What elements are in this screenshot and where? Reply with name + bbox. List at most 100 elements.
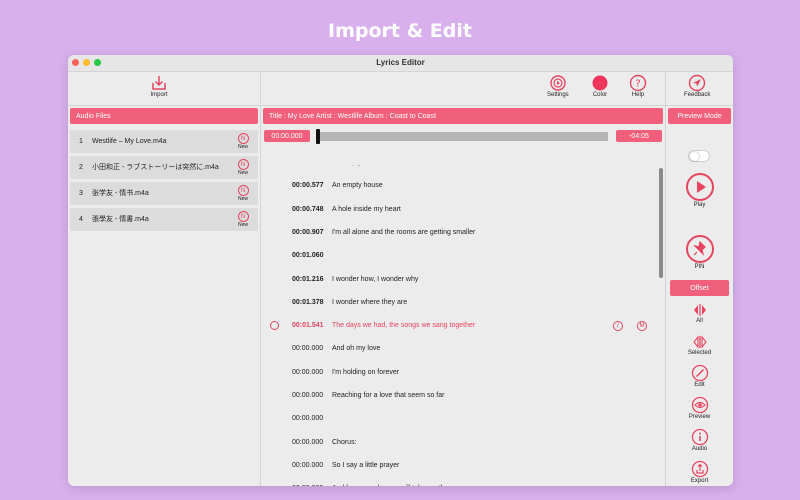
file-name: 小田和正 - ラブストーリーは突然に.m4a: [92, 164, 219, 171]
new-label: New: [237, 222, 248, 228]
lyric-row[interactable]: 00:00.000 And hope my dreams will take me…: [261, 477, 657, 486]
settings-icon: [550, 75, 566, 91]
offset-all-button[interactable]: All: [666, 302, 733, 324]
file-row[interactable]: 2 小田和正 - ラブストーリーは突然に.m4a N New: [70, 156, 258, 179]
audio-button[interactable]: Audio: [666, 428, 733, 452]
new-badge: N New: [228, 159, 258, 176]
export-icon: [691, 460, 708, 478]
remaining-time: -04:05: [616, 130, 662, 142]
lyric-text: The days we had, the songs we sang toget…: [332, 322, 476, 330]
progress-row: 00:00.000 -04:05: [261, 124, 665, 146]
settings-button[interactable]: Settings: [547, 74, 569, 98]
lyric-row[interactable]: 00:00.748 A hole inside my heart: [261, 198, 657, 221]
svg-text:?: ?: [635, 79, 640, 90]
lyric-row[interactable]: 00:00.000 Chorus:: [261, 431, 657, 454]
lyric-row[interactable]: 00:01.378 I wonder where they are: [261, 291, 657, 314]
lyric-text: A hole inside my heart: [332, 205, 401, 213]
preview-label: Preview: [688, 414, 711, 420]
lyric-row[interactable]: 00:00.000 I'm holding on forever: [261, 361, 657, 384]
lyric-text: Chorus:: [332, 438, 357, 446]
lyric-row[interactable]: 00:01.216 I wonder how, I wonder why: [261, 268, 657, 291]
lyric-timestamp: 00:00.000: [292, 392, 324, 399]
lyric-row[interactable]: 00:01.060: [261, 244, 657, 267]
lyric-row[interactable]: 00:00.411 An empty street: [261, 165, 657, 174]
headline: Import & Edit: [328, 20, 472, 42]
lyric-timestamp: 00:01.060: [292, 252, 324, 260]
editor-panel: Settings Color ? Help Title : My Love Ar…: [261, 72, 666, 486]
tools-panel: Feedback Preview Mode Play PIN Offset Al…: [666, 72, 733, 486]
audio-files-header: Audio Files: [70, 108, 258, 124]
lyrics-scrollbar[interactable]: [659, 168, 663, 278]
file-index: 2: [79, 164, 83, 171]
file-row[interactable]: 1 Westlife – My Love.m4a N New: [70, 130, 258, 153]
audio-label: Audio: [691, 446, 708, 452]
mark-icon[interactable]: M: [637, 320, 647, 331]
lyric-text: Reaching for a love that seem so far: [332, 392, 445, 399]
lyric-text: And oh my love: [332, 345, 381, 353]
file-row[interactable]: 3 张学友 - 情书.m4a N New: [70, 182, 258, 205]
lyric-timestamp: 00:00.000: [292, 461, 324, 469]
track-info-bar: Title : My Love Artist : Westlife Album …: [263, 108, 663, 124]
help-label: Help: [631, 92, 645, 98]
selected-label: Selected: [687, 350, 712, 356]
color-button[interactable]: Color: [591, 74, 609, 98]
play-button[interactable]: Play: [666, 172, 733, 208]
lyric-row[interactable]: 00:00.577 An empty house: [261, 174, 657, 197]
edit-line-icon[interactable]: /: [613, 320, 623, 331]
help-icon: ?: [629, 74, 647, 92]
new-icon: N: [237, 133, 249, 144]
file-row[interactable]: 4 張學友 - 情書.m4a N New: [70, 208, 258, 231]
lyric-timestamp: 00:00.577: [292, 182, 324, 190]
new-label: New: [237, 170, 248, 176]
pin-button[interactable]: PIN: [666, 234, 733, 270]
file-index: 1: [79, 138, 83, 145]
preview-button[interactable]: Preview: [666, 396, 733, 420]
elapsed-time: 00:00.000: [264, 130, 310, 142]
play-icon: [685, 173, 714, 201]
help-button[interactable]: ? Help: [629, 74, 647, 98]
lyric-row[interactable]: 00:00.000 Reaching for a love that seem s…: [261, 384, 657, 407]
offset-all-icon: [693, 304, 706, 316]
import-icon: [152, 76, 166, 90]
offset-selected-button[interactable]: Selected: [666, 334, 733, 356]
lyric-timestamp: 00:00.411: [292, 165, 323, 166]
preview-eye-icon: [691, 396, 708, 414]
new-badge: N New: [228, 211, 258, 228]
import-button[interactable]: Import: [150, 74, 168, 98]
app-window: Lyrics Editor Import Audio Files 1 Westli…: [68, 55, 733, 486]
lyric-row[interactable]: 00:00.907 I'm all alone and the rooms are…: [261, 221, 657, 244]
file-index: 3: [79, 190, 83, 197]
edit-button[interactable]: Edit: [666, 364, 733, 388]
file-name: Westlife – My Love.m4a: [92, 138, 167, 145]
window-title: Lyrics Editor: [376, 58, 425, 67]
title-bar: Lyrics Editor: [68, 55, 733, 72]
lyric-timestamp: 00:01.541: [292, 322, 324, 330]
lyric-row[interactable]: 00:01.541 The days we had, the songs we s…: [261, 314, 657, 337]
lyric-timestamp: 00:00.000: [292, 415, 324, 423]
lyric-timestamp: 00:00.000: [292, 345, 324, 353]
progress-knob[interactable]: [316, 129, 320, 144]
lyric-text: And hope my dreams will take me there: [332, 485, 455, 486]
file-name: 张学友 - 情书.m4a: [92, 190, 149, 197]
lyric-text: An empty street: [332, 165, 381, 166]
lyric-row[interactable]: 00:00.000 And oh my love: [261, 337, 657, 360]
file-list: 1 Westlife – My Love.m4a N New 2 小田和正 - ラブストー…: [68, 124, 260, 240]
new-icon: N: [237, 211, 249, 222]
lyric-text: I'm all alone and the rooms are getting …: [332, 228, 476, 236]
lyric-timestamp: 00:00.000: [292, 438, 324, 446]
play-label: Play: [693, 202, 706, 208]
lyric-timestamp: 00:01.216: [292, 275, 324, 283]
lyric-timestamp: 00:00.748: [292, 205, 324, 213]
audio-files-panel: Import Audio Files 1 Westlife – My Love.m…: [68, 72, 261, 486]
feedback-button[interactable]: Feedback: [684, 74, 710, 98]
lyric-timestamp: 00:01.378: [292, 298, 324, 306]
edit-icon: [691, 364, 708, 382]
preview-mode-toggle[interactable]: [688, 150, 710, 162]
lyric-row[interactable]: 00:00.000 So I say a little prayer: [261, 454, 657, 477]
export-button[interactable]: Export: [666, 460, 733, 484]
settings-label: Settings: [547, 92, 569, 98]
trash-icon[interactable]: [270, 321, 279, 331]
lyric-row[interactable]: 00:00.000: [261, 407, 657, 430]
info-icon: [691, 428, 708, 446]
progress-track[interactable]: [318, 132, 608, 141]
